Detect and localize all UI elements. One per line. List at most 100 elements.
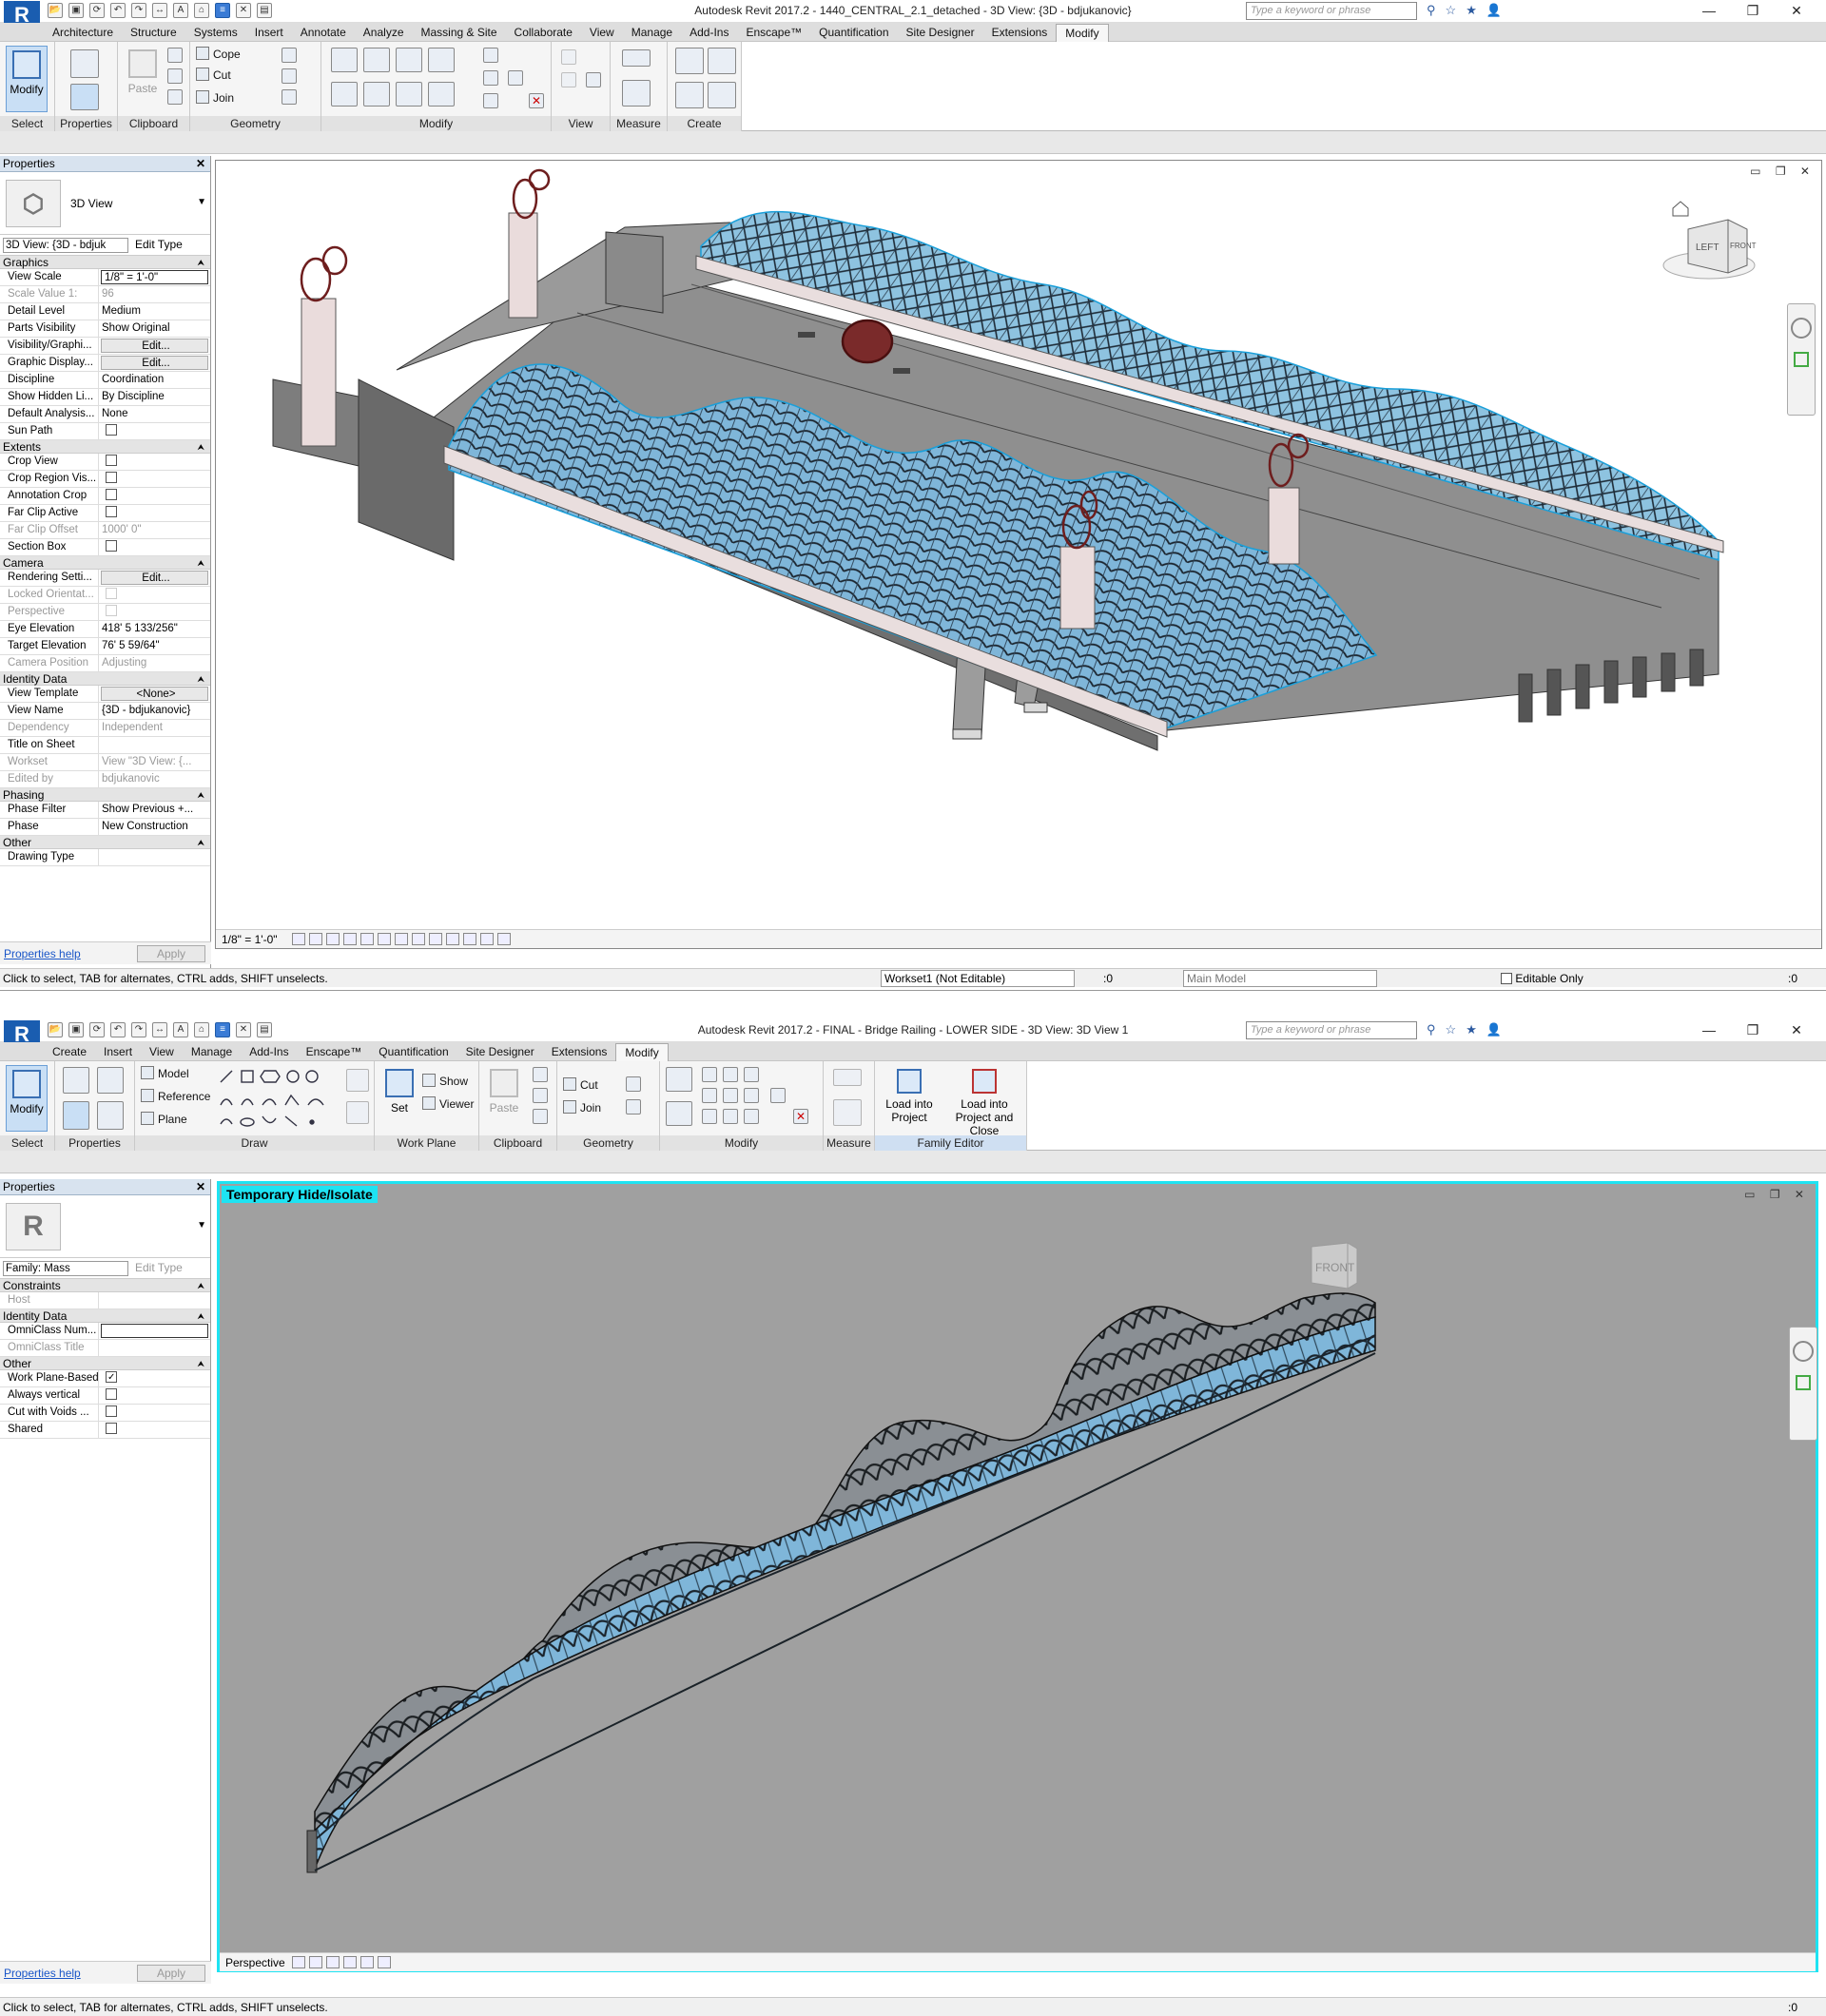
delete-icon[interactable]: ✕ [529, 93, 544, 108]
group-header[interactable]: Identity Data ⮝ [0, 1309, 210, 1323]
show-crop-icon[interactable] [395, 933, 408, 945]
railing-glass-face[interactable] [314, 1316, 1376, 1870]
linework-icon[interactable] [586, 72, 601, 87]
reference-button[interactable]: Reference [141, 1088, 210, 1105]
property-value[interactable]: New Construction [99, 819, 210, 835]
steering-wheel-icon[interactable] [1793, 1341, 1814, 1362]
hide-isolate-icon[interactable] [378, 1956, 391, 1968]
edit-type-button[interactable]: Edit Type [135, 1261, 183, 1274]
railing-mass-model[interactable]: FRONT [220, 1184, 1816, 1954]
close-icon[interactable]: ✕ [196, 156, 205, 171]
paint-icon[interactable] [626, 1099, 641, 1115]
type-properties-icon[interactable] [70, 49, 99, 78]
view-scale[interactable]: 1/8" = 1'-0" [222, 933, 278, 946]
collapse-icon[interactable]: ⮝ [197, 1357, 204, 1370]
tab-view[interactable]: View [141, 1043, 183, 1061]
pin-icon[interactable] [508, 70, 523, 86]
editable-only-checkbox[interactable] [1501, 973, 1512, 984]
binoculars-icon[interactable]: ⚲ [1427, 3, 1436, 18]
shadows-icon[interactable] [343, 933, 357, 945]
group-header[interactable]: Graphics ⮝ [0, 256, 210, 269]
apply-button[interactable]: Apply [137, 1965, 205, 1982]
collapse-icon[interactable]: ⮝ [197, 788, 204, 802]
align-icon[interactable] [331, 48, 358, 72]
lock-view-icon[interactable] [412, 933, 425, 945]
model-line-button[interactable]: Model [141, 1065, 189, 1082]
chevron-down-icon[interactable]: ▼ [197, 197, 206, 207]
tab-site-designer[interactable]: Site Designer [457, 1043, 543, 1061]
property-value[interactable]: Medium [99, 303, 210, 320]
set-work-plane-button[interactable]: Set [379, 1065, 420, 1132]
home-icon[interactable] [1672, 201, 1689, 217]
subscription-icon[interactable]: ☆ [1446, 1022, 1457, 1037]
binoculars-icon[interactable]: ⚲ [1427, 1022, 1436, 1037]
split-face-icon[interactable] [282, 68, 297, 84]
property-checkbox[interactable] [106, 455, 117, 466]
render-icon[interactable] [343, 1956, 357, 1968]
offset-icon[interactable] [363, 48, 390, 72]
select-dropdown[interactable]: Select [0, 1135, 54, 1151]
close-icon[interactable]: ✕ [1775, 0, 1818, 21]
offset-icon[interactable] [702, 1088, 717, 1103]
hide-icon[interactable] [561, 49, 576, 65]
tab-manage[interactable]: Manage [623, 24, 681, 42]
instance-filter-select[interactable]: 3D View: {3D - bdjuk [3, 238, 128, 253]
view-mode[interactable]: Perspective [225, 1956, 285, 1969]
user-icon[interactable]: 👤 [1486, 1022, 1502, 1037]
rotate-icon[interactable] [396, 82, 422, 107]
worksharing-icon[interactable] [463, 933, 476, 945]
create-assembly-icon[interactable] [675, 48, 704, 74]
scale-icon[interactable] [483, 93, 498, 108]
detail-level-icon[interactable] [292, 933, 305, 945]
draw-tools-icons[interactable] [217, 1067, 340, 1128]
property-value[interactable]: {3D - bdjukanovic} [99, 703, 210, 719]
tab-enscape[interactable]: Enscape™ [737, 24, 810, 42]
paint-icon[interactable] [282, 89, 297, 105]
navigation-bar[interactable] [1789, 1327, 1817, 1441]
modify-button[interactable]: Modify [6, 46, 48, 112]
tab-systems[interactable]: Systems [185, 24, 246, 42]
copy-icon[interactable] [533, 1088, 548, 1103]
hide-isolate-icon[interactable] [429, 933, 442, 945]
group-header[interactable]: Constraints ⮝ [0, 1279, 210, 1292]
property-value[interactable]: Coordination [99, 372, 210, 388]
viewcube[interactable]: LEFT FRONT [1662, 219, 1757, 280]
rotate-icon[interactable] [723, 1088, 738, 1103]
modify-button[interactable]: Modify [6, 1065, 48, 1132]
bridge-model[interactable]: LEFT FRONT [216, 161, 1823, 950]
tab-add-ins[interactable]: Add-Ins [241, 1043, 297, 1061]
tab-annotate[interactable]: Annotate [292, 24, 355, 42]
restore-icon[interactable]: ❐ [1731, 1019, 1775, 1040]
visual-style-icon[interactable] [309, 933, 322, 945]
join-button[interactable]: Join [196, 89, 234, 107]
tab-extensions[interactable]: Extensions [543, 1043, 616, 1061]
split-face-icon[interactable] [626, 1076, 641, 1092]
tab-add-ins[interactable]: Add-Ins [681, 24, 737, 42]
load-into-project-button[interactable]: Load into Project [879, 1065, 940, 1132]
instance-filter-select[interactable]: Family: Mass [3, 1261, 128, 1276]
collapse-icon[interactable]: ⮝ [197, 440, 204, 454]
plane-button[interactable]: Plane [141, 1111, 187, 1128]
property-value[interactable]: 418' 5 133/256" [99, 621, 210, 637]
override-icon[interactable] [561, 72, 576, 87]
property-checkbox[interactable] [106, 489, 117, 500]
tab-quantification[interactable]: Quantification [810, 24, 897, 42]
wall-joins-icon[interactable] [282, 48, 297, 63]
group-header[interactable]: Camera ⮝ [0, 556, 210, 570]
favorites-icon[interactable]: ★ [1466, 1022, 1477, 1037]
create-similar-icon[interactable] [708, 82, 736, 108]
tab-collaborate[interactable]: Collaborate [506, 24, 581, 42]
property-checkbox[interactable] [106, 540, 117, 552]
cope-button[interactable]: Cope [196, 46, 241, 63]
crop-icon[interactable] [378, 933, 391, 945]
collapse-icon[interactable]: ⮝ [197, 836, 204, 849]
search-input[interactable]: Type a keyword or phrase [1246, 2, 1417, 20]
property-input[interactable] [101, 1324, 208, 1338]
tab-insert[interactable]: Insert [95, 1043, 141, 1061]
property-checkbox[interactable] [106, 1371, 117, 1383]
paste-button[interactable]: Paste [483, 1065, 525, 1132]
tab-quantification[interactable]: Quantification [370, 1043, 456, 1061]
viewcube[interactable]: FRONT [1311, 1242, 1358, 1289]
tab-manage[interactable]: Manage [183, 1043, 241, 1061]
join-button[interactable]: Join [563, 1099, 601, 1116]
